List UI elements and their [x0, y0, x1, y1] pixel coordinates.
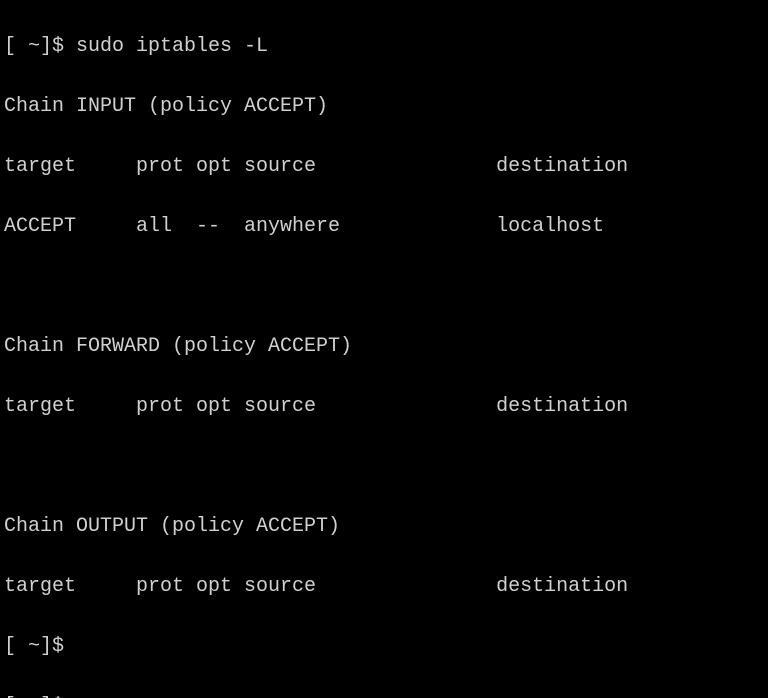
chain-header: Chain INPUT (policy ACCEPT): [4, 92, 768, 122]
table-header: target prot opt source destination: [4, 572, 768, 602]
rule-row: ACCEPT all -- anywhere localhost: [4, 212, 768, 242]
table-header: target prot opt source destination: [4, 392, 768, 422]
chain-header: Chain OUTPUT (policy ACCEPT): [4, 512, 768, 542]
prompt-line: [ ~]$: [4, 692, 768, 698]
prompt-line: [ ~]$ sudo iptables -L: [4, 32, 768, 62]
prompt-line: [ ~]$: [4, 632, 768, 662]
table-header: target prot opt source destination: [4, 152, 768, 182]
blank-line: [4, 272, 768, 302]
terminal-output[interactable]: [ ~]$ sudo iptables -L Chain INPUT (poli…: [0, 0, 768, 698]
blank-line: [4, 452, 768, 482]
chain-header: Chain FORWARD (policy ACCEPT): [4, 332, 768, 362]
